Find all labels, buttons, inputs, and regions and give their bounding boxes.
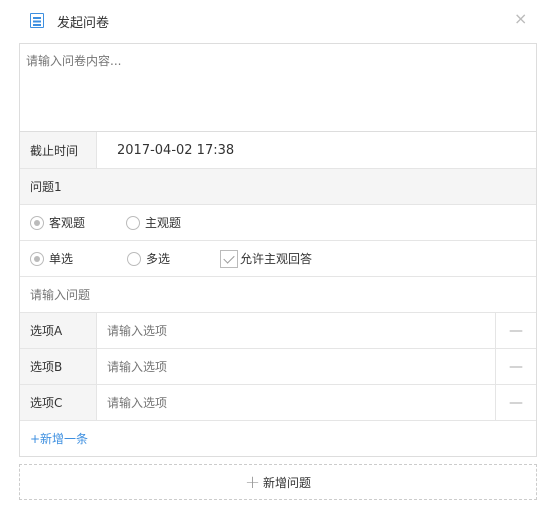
deadline-value[interactable]: 2017-04-02 17:38 [97,143,234,158]
remove-option-button[interactable]: — [495,349,536,384]
deadline-row: 截止时间 2017-04-02 17:38 [20,132,536,168]
option-row: 选项B — [20,348,536,384]
question-input[interactable] [20,287,536,302]
survey-content-input[interactable] [19,43,537,131]
remove-option-button[interactable]: — [495,313,536,348]
allow-subjective-label: 允许主观回答 [240,252,313,266]
question-form: 截止时间 2017-04-02 17:38 问题1 客观题 主观题 单选 多选 … [19,131,537,457]
add-option-link[interactable]: +新增一条 [20,430,88,447]
dialog-header: 发起问卷 × [0,0,558,42]
question-input-row [20,276,536,312]
radio-objective-label: 客观题 [49,216,86,230]
radio-multiple[interactable]: 多选 [127,250,170,267]
plus-icon: + [244,471,261,493]
radio-single-dot[interactable] [30,251,44,266]
radio-multiple-dot[interactable] [127,251,142,266]
survey-icon [30,13,44,28]
remove-option-button[interactable]: — [495,385,536,420]
radio-subjective[interactable]: 主观题 [126,214,181,231]
option-row: 选项A — [20,312,536,348]
question-title-row: 问题1 [20,168,536,204]
option-label: 选项C [20,385,97,420]
deadline-label: 截止时间 [20,132,97,168]
option-label: 选项A [20,313,97,348]
option-input[interactable] [97,349,495,384]
question-type-row: 客观题 主观题 [20,204,536,240]
add-question-label: 新增问题 [263,475,312,490]
radio-subjective-label: 主观题 [145,216,182,230]
radio-multiple-label: 多选 [146,252,171,266]
close-icon[interactable]: × [514,11,527,27]
radio-objective[interactable]: 客观题 [30,214,85,231]
dialog-title: 发起问卷 [57,16,110,31]
option-label: 选项B [20,349,97,384]
checkmark-icon[interactable] [220,249,239,268]
radio-single[interactable]: 单选 [30,250,73,267]
option-input[interactable] [97,385,495,420]
allow-subjective-checkbox[interactable]: 允许主观回答 [220,249,313,268]
add-option-row: +新增一条 [20,420,536,456]
option-input[interactable] [97,313,495,348]
radio-objective-dot[interactable] [30,215,44,230]
option-row: 选项C — [20,384,536,420]
radio-subjective-dot[interactable] [126,215,141,230]
radio-single-label: 单选 [49,252,74,266]
question-title: 问题1 [30,180,62,194]
add-question-button[interactable]: + 新增问题 [19,464,537,500]
choice-mode-row: 单选 多选 允许主观回答 [20,240,536,276]
